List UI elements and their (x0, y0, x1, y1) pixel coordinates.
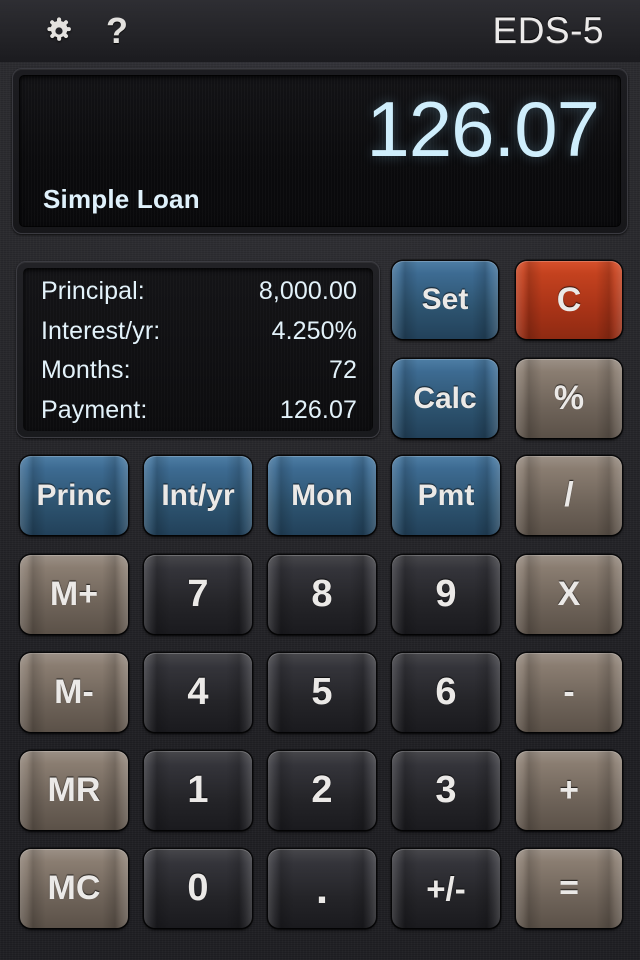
digit-7-button[interactable]: 7 (144, 555, 252, 634)
memory-subtract-button-label: M- (54, 673, 94, 711)
subtract-button[interactable]: - (516, 653, 622, 732)
calculator-app: ? EDS-5 126.07 Simple Loan Principal: 8,… (0, 0, 640, 960)
top-bar: ? EDS-5 (0, 0, 640, 62)
info-row-principal: Principal: 8,000.00 (41, 278, 357, 304)
sign-toggle-button-label: +/- (426, 869, 466, 907)
decimal-point-button-label: . (315, 863, 329, 913)
info-row-payment: Payment: 126.07 (41, 397, 357, 423)
info-label-payment: Payment: (41, 395, 148, 424)
main-display: 126.07 Simple Loan (12, 68, 628, 234)
memory-subtract-button[interactable]: M- (20, 653, 128, 732)
calc-button[interactable]: Calc (392, 359, 498, 438)
info-label-months: Months: (41, 356, 131, 385)
loan-info-lcd: Principal: 8,000.00 Interest/yr: 4.250% … (23, 268, 373, 431)
info-row-interest: Interest/yr: 4.250% (41, 318, 357, 344)
info-value-principal: 8,000.00 (258, 277, 357, 305)
digit-9-button-label: 9 (435, 573, 457, 615)
add-button-label: + (559, 771, 579, 809)
clear-button[interactable]: C (516, 261, 622, 339)
multiply-button[interactable]: X (516, 555, 622, 634)
months-button-label: Mon (291, 478, 353, 512)
digit-2-button-label: 2 (311, 769, 333, 811)
divide-button-label: / (564, 476, 574, 514)
add-button[interactable]: + (516, 751, 622, 830)
decimal-point-button[interactable]: . (268, 849, 376, 928)
info-value-interest: 4.250% (271, 316, 357, 345)
calc-button-label: Calc (413, 381, 477, 415)
multiply-button-label: X (557, 575, 581, 613)
set-button-label: Set (421, 283, 469, 316)
memory-recall-button-label: MR (47, 771, 101, 809)
loan-info-panel: Principal: 8,000.00 Interest/yr: 4.250% … (16, 261, 380, 438)
princ-button-label: Princ (36, 478, 112, 512)
display-mode-label: Simple Loan (43, 184, 200, 214)
help-icon[interactable]: ? (106, 13, 128, 49)
info-row-months: Months: 72 (41, 357, 357, 383)
digit-5-button[interactable]: 5 (268, 653, 376, 732)
equals-button[interactable]: = (516, 849, 622, 928)
digit-5-button-label: 5 (311, 671, 333, 713)
memory-add-button-label: M+ (49, 575, 99, 613)
interest-per-year-button-label: Int/yr (161, 478, 235, 512)
equals-button-label: = (559, 869, 579, 907)
subtract-button-label: - (563, 673, 575, 711)
info-value-months: 72 (328, 356, 357, 385)
percent-button-label: % (553, 379, 585, 417)
set-button[interactable]: Set (392, 261, 498, 339)
memory-recall-button[interactable]: MR (20, 751, 128, 830)
digit-1-button-label: 1 (187, 769, 209, 811)
digit-9-button[interactable]: 9 (392, 555, 500, 634)
payment-button[interactable]: Pmt (392, 456, 500, 535)
display-value: 126.07 (366, 85, 600, 173)
memory-clear-button-label: MC (47, 869, 101, 907)
gear-icon[interactable] (42, 14, 76, 48)
digit-0-button[interactable]: 0 (144, 849, 252, 928)
digit-6-button-label: 6 (435, 671, 457, 713)
divide-button[interactable]: / (516, 456, 622, 535)
display-lcd: 126.07 Simple Loan (19, 75, 621, 227)
digit-6-button[interactable]: 6 (392, 653, 500, 732)
digit-3-button-label: 3 (435, 769, 457, 811)
digit-4-button[interactable]: 4 (144, 653, 252, 732)
interest-per-year-button[interactable]: Int/yr (144, 456, 252, 535)
sign-toggle-button[interactable]: +/- (392, 849, 500, 928)
info-label-principal: Principal: (41, 277, 145, 305)
top-bar-left-icons: ? (0, 13, 128, 49)
digit-0-button-label: 0 (187, 867, 209, 909)
memory-add-button[interactable]: M+ (20, 555, 128, 634)
digit-4-button-label: 4 (187, 671, 209, 713)
info-label-interest: Interest/yr: (41, 316, 161, 345)
digit-2-button[interactable]: 2 (268, 751, 376, 830)
digit-1-button[interactable]: 1 (144, 751, 252, 830)
digit-8-button[interactable]: 8 (268, 555, 376, 634)
digit-8-button-label: 8 (311, 573, 333, 615)
info-value-payment: 126.07 (279, 395, 357, 424)
princ-button[interactable]: Princ (20, 456, 128, 535)
percent-button[interactable]: % (516, 359, 622, 438)
months-button[interactable]: Mon (268, 456, 376, 535)
app-title: EDS-5 (492, 10, 604, 51)
memory-clear-button[interactable]: MC (20, 849, 128, 928)
clear-button-label: C (556, 280, 582, 319)
payment-button-label: Pmt (417, 478, 475, 512)
digit-3-button[interactable]: 3 (392, 751, 500, 830)
digit-7-button-label: 7 (187, 573, 209, 615)
